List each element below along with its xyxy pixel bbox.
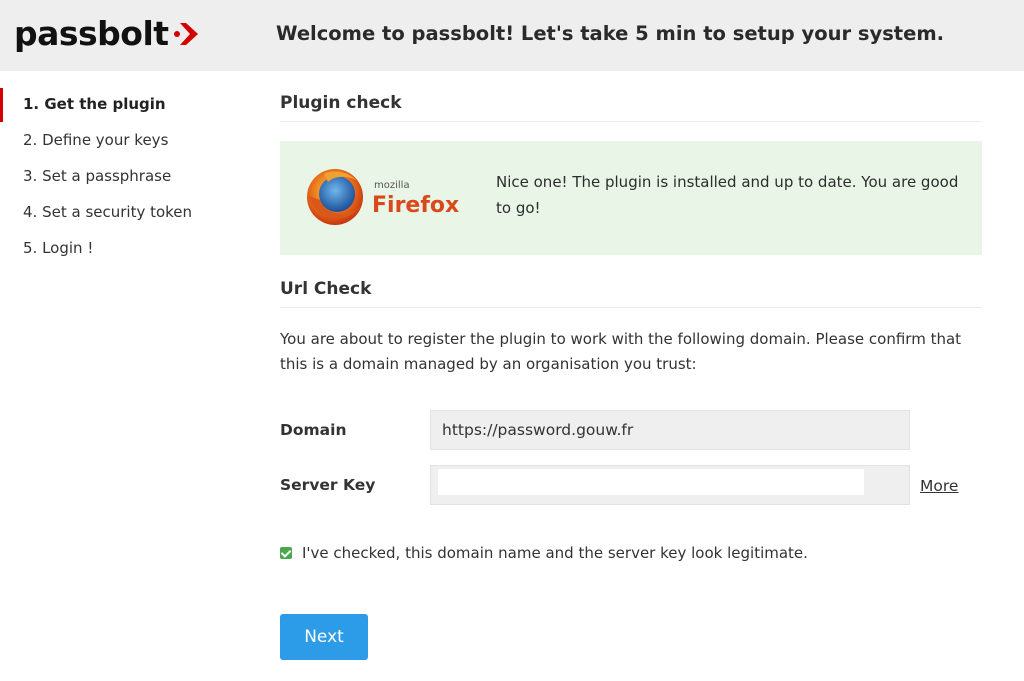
domain-field[interactable]: https://password.gouw.fr <box>430 410 910 450</box>
plugin-status-box: mozilla Firefox Nice one! The plugin is … <box>280 141 982 255</box>
header: passbolt Welcome to passbolt! Let's take… <box>0 0 1024 71</box>
step-security-token[interactable]: 4. Set a security token <box>0 194 250 230</box>
passbolt-logo[interactable]: passbolt <box>14 14 204 54</box>
step-set-passphrase[interactable]: 3. Set a passphrase <box>0 158 250 194</box>
main-content: Plugin check mozilla Firefox Nice one! T… <box>280 86 982 660</box>
next-button[interactable]: Next <box>280 614 368 660</box>
setup-steps-nav: 1. Get the plugin 2. Define your keys 3.… <box>0 86 250 266</box>
mozilla-wordmark: mozilla <box>374 180 410 191</box>
step-login[interactable]: 5. Login ! <box>0 230 250 266</box>
domain-row: Domain https://password.gouw.fr <box>280 410 982 450</box>
server-key-value <box>438 469 864 495</box>
step-define-keys[interactable]: 2. Define your keys <box>0 122 250 158</box>
firefox-logo-icon: mozilla Firefox <box>307 169 459 225</box>
server-key-field[interactable] <box>430 465 910 505</box>
url-check-intro: You are about to register the plugin to … <box>280 330 962 373</box>
plugin-status-message: Nice one! The plugin is installed and up… <box>496 173 959 217</box>
server-key-row: Server Key More <box>280 465 982 505</box>
step-get-plugin[interactable]: 1. Get the plugin <box>0 86 250 122</box>
more-link[interactable]: More <box>920 465 958 507</box>
url-check-title: Url Check <box>280 272 982 308</box>
confirm-label[interactable]: I've checked, this domain name and the s… <box>302 544 808 562</box>
plugin-check-title: Plugin check <box>280 86 982 122</box>
page-title: Welcome to passbolt! Let's take 5 min to… <box>276 22 945 45</box>
firefox-wordmark: Firefox <box>372 193 459 218</box>
confirm-row: I've checked, this domain name and the s… <box>280 542 982 564</box>
passbolt-arrow-icon <box>173 23 198 45</box>
server-key-label: Server Key <box>280 476 376 494</box>
confirm-checkbox[interactable] <box>280 547 292 559</box>
logo-text: passbolt <box>14 14 169 53</box>
domain-label: Domain <box>280 421 347 439</box>
